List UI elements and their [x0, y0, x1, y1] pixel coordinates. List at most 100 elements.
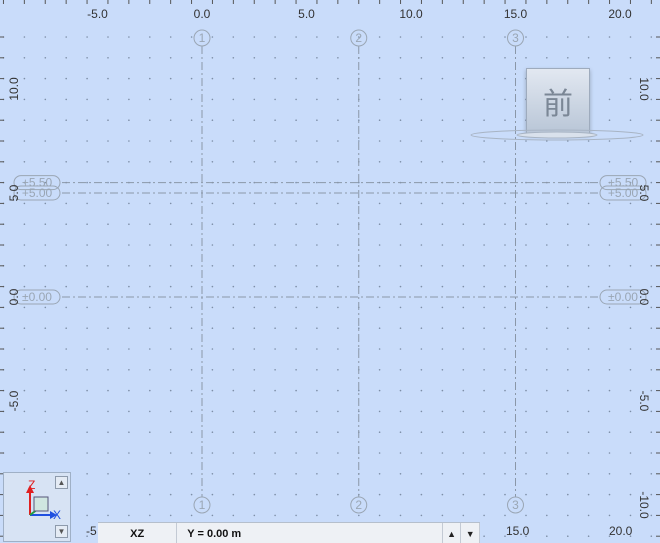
grid-dot [337, 265, 339, 267]
grid-dot [211, 202, 214, 205]
grid-dot [546, 285, 548, 288]
grid-dot [253, 410, 256, 413]
grid-dot [23, 77, 26, 80]
grid-dot [608, 431, 611, 434]
grid-dot [295, 369, 297, 371]
grid-dot [525, 473, 527, 475]
grid-dot [274, 57, 276, 59]
grid-dot [441, 348, 444, 350]
grid-dot [629, 389, 632, 392]
grid-dot [65, 452, 67, 454]
grid-dot [44, 369, 47, 371]
bottom-ruler-label: 15.0 [506, 524, 530, 538]
grid-dot [65, 410, 67, 413]
rotate-up-button[interactable]: ▲ [55, 476, 68, 489]
grid-dot [483, 348, 485, 350]
grid-dot [274, 98, 276, 101]
grid-dot [567, 535, 569, 537]
grid-dot [546, 452, 548, 454]
grid-dot [253, 140, 256, 142]
grid-dot [546, 535, 548, 537]
grid-dot [504, 223, 506, 225]
grid-dot [232, 265, 235, 267]
grid-dot [107, 161, 109, 163]
grid-dot [190, 140, 193, 142]
grid-dot [107, 410, 109, 413]
grid-dot [295, 473, 297, 475]
grid-dot [295, 98, 297, 101]
grid-dot [504, 493, 506, 496]
grid-dot [190, 285, 193, 288]
grid-dot [378, 77, 381, 80]
grid-dot [190, 244, 193, 246]
grid-dot [65, 306, 67, 309]
grid-dot [295, 431, 297, 434]
grid-dot [253, 306, 256, 309]
grid-dot [149, 161, 151, 163]
level-label: ±0.00 [608, 290, 638, 304]
grid-dot [86, 77, 88, 80]
grid-dot [23, 431, 26, 434]
grid-dot [441, 389, 444, 392]
grid-dot [128, 161, 130, 163]
grid-dot [295, 244, 297, 246]
grid-dot [483, 410, 485, 413]
grid-dot [525, 369, 527, 371]
grid-dot [65, 285, 67, 288]
grid-dot [525, 161, 527, 163]
grid-dot [441, 493, 444, 496]
grid-dot [86, 140, 88, 142]
working-plane-label[interactable]: XZ [98, 523, 178, 543]
view-cube[interactable]: 前 [470, 66, 645, 151]
grid-dot [441, 306, 444, 309]
grid-dot [211, 514, 214, 517]
drawing-viewport[interactable]: 1 1 2 2 3 3 +5.50 +5.50 +5.00 +5.00 ±0.00 ±0.00 -5.0… [0, 0, 660, 543]
grid-dot [169, 98, 172, 101]
grid-dot [295, 77, 297, 80]
grid-dot [149, 77, 151, 80]
grid-dot [190, 57, 193, 59]
grid-dot [65, 57, 67, 59]
grid-dot [441, 265, 444, 267]
offset-up-button[interactable]: ▲ [443, 523, 462, 543]
grid-dot [629, 161, 632, 163]
grid-dot [441, 140, 444, 142]
grid-dot [441, 452, 444, 454]
grid-dot [587, 369, 590, 371]
grid-dot [149, 452, 151, 454]
left-ruler-label: 5.0 [7, 184, 21, 201]
grid-dot [441, 327, 444, 330]
grid-dot [128, 431, 130, 434]
plane-offset-field[interactable]: Y = 0.00 m [177, 523, 443, 543]
rotate-down-button[interactable]: ▼ [55, 525, 68, 538]
grid-dot [149, 410, 151, 413]
grid-dot [483, 244, 485, 246]
grid-dot [378, 369, 381, 371]
grid-dot [441, 36, 444, 38]
view-cube-compass-ring[interactable] [470, 128, 645, 142]
grid-dot [274, 161, 276, 163]
grid-dot [65, 327, 67, 330]
level-label: ±0.00 [22, 290, 52, 304]
grid-dot [462, 327, 465, 330]
grid-dot [587, 327, 590, 330]
grid-dot [128, 244, 130, 246]
grid-dot [629, 327, 632, 330]
grid-dot [358, 327, 360, 330]
grid-dot [504, 306, 506, 309]
offset-down-button[interactable]: ▼ [461, 523, 480, 543]
grid-dot [169, 514, 172, 517]
grid-dot [274, 244, 276, 246]
grid-dot [650, 535, 653, 537]
view-cube-front-face[interactable]: 前 [526, 68, 590, 134]
grid-dot [107, 98, 109, 101]
grid-dot [358, 389, 360, 392]
grid-dot [190, 452, 193, 454]
grid-dot [44, 244, 47, 246]
grid-dot [169, 306, 172, 309]
grid-dot [211, 389, 214, 392]
grid-dot [316, 389, 318, 392]
grid-dot [629, 473, 632, 475]
grid-dot [587, 535, 590, 537]
grid-dot [608, 57, 611, 59]
